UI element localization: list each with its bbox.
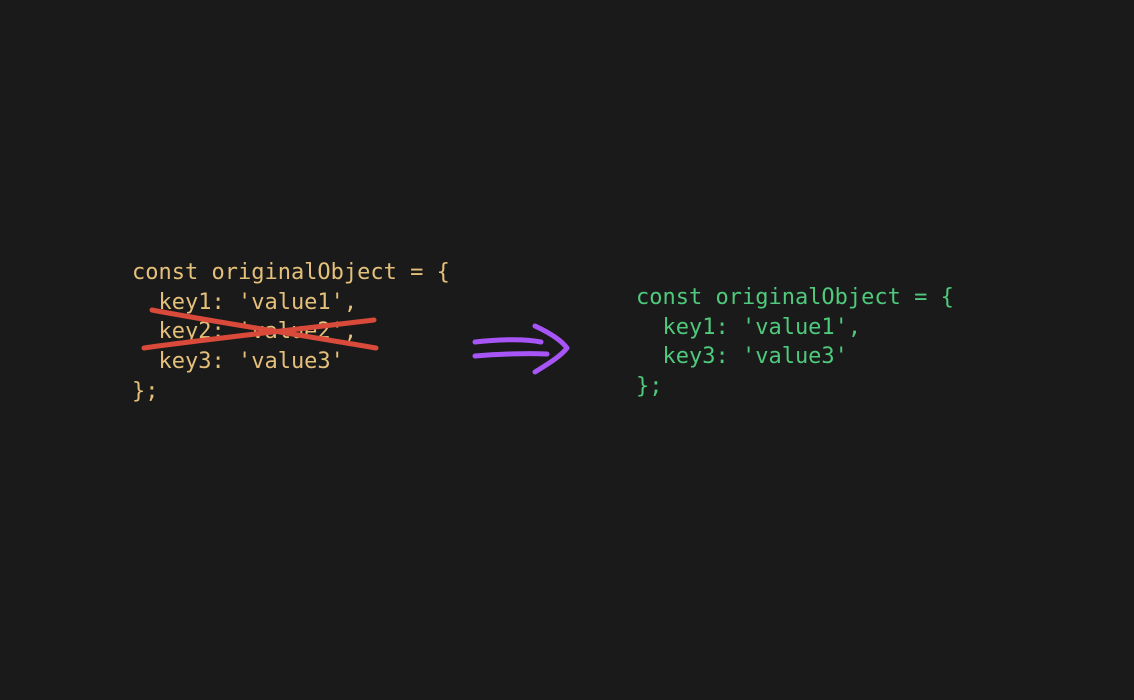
original-code-block: const originalObject = { key1: 'value1',… bbox=[132, 258, 450, 406]
code-line: const originalObject = { bbox=[636, 285, 954, 310]
code-line: }; bbox=[132, 379, 159, 404]
code-line: key1: 'value1', bbox=[132, 290, 357, 315]
code-line: key3: 'value3' bbox=[132, 349, 344, 374]
code-line: const originalObject = { bbox=[132, 260, 450, 285]
result-code-block: const originalObject = { key1: 'value1',… bbox=[636, 283, 954, 402]
code-line: key3: 'value3' bbox=[636, 344, 848, 369]
code-line: key1: 'value1', bbox=[636, 315, 861, 340]
code-line: }; bbox=[636, 374, 663, 399]
code-line-strikethrough: key2: 'value2', bbox=[132, 319, 357, 344]
arrow-icon bbox=[463, 320, 583, 380]
